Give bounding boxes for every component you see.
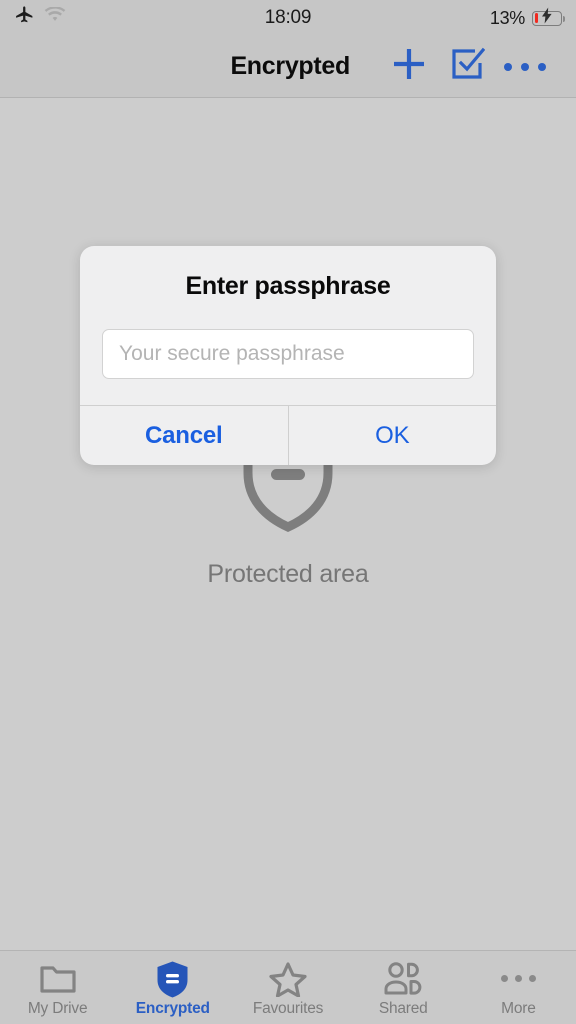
folder-icon — [39, 962, 77, 996]
dialog-body: Enter passphrase — [80, 246, 496, 405]
tab-label-shared: Shared — [378, 999, 428, 1017]
dialog-actions: Cancel OK — [80, 405, 496, 465]
tab-encrypted[interactable]: Encrypted — [115, 951, 230, 1024]
main-content: Protected area — [0, 99, 576, 950]
dialog-title: Enter passphrase — [185, 272, 391, 300]
battery-percentage: 13% — [489, 7, 525, 28]
tab-more[interactable]: More — [461, 951, 576, 1024]
cancel-button[interactable]: Cancel — [80, 406, 288, 465]
tab-favourites[interactable]: Favourites — [230, 951, 345, 1024]
more-horizontal-icon — [504, 62, 546, 71]
status-bar-left — [14, 5, 66, 31]
star-icon — [269, 961, 307, 997]
add-button[interactable] — [380, 38, 438, 96]
status-bar-right: 13% — [489, 7, 565, 29]
airplane-mode-icon — [14, 5, 35, 31]
empty-state-label: Protected area — [207, 560, 369, 588]
status-bar: 18:09 13% — [0, 0, 576, 36]
tab-my-drive[interactable]: My Drive — [0, 951, 115, 1024]
wifi-icon — [44, 6, 66, 29]
page-title: Encrypted — [230, 52, 350, 80]
passphrase-input[interactable] — [102, 329, 474, 379]
passphrase-dialog: Enter passphrase Cancel OK — [80, 246, 496, 465]
battery-fill — [534, 13, 538, 23]
shield-icon — [156, 961, 189, 997]
battery-icon — [532, 7, 565, 29]
tab-label-my-drive: My Drive — [27, 999, 88, 1017]
more-horizontal-icon — [500, 962, 536, 996]
charging-bolt-icon — [542, 7, 553, 29]
tab-shared[interactable]: Shared — [346, 951, 461, 1024]
ok-button[interactable]: OK — [287, 406, 497, 465]
tab-label-encrypted: Encrypted — [135, 999, 210, 1017]
tab-label-more: More — [501, 999, 536, 1017]
tab-bar: My Drive Encrypted Favourites Shared Mor… — [0, 950, 576, 1024]
select-button[interactable] — [438, 38, 496, 96]
more-options-button[interactable] — [496, 38, 554, 96]
plus-icon — [389, 44, 429, 89]
tab-label-favourites: Favourites — [252, 999, 324, 1017]
people-icon — [383, 961, 423, 996]
navigation-bar: Encrypted — [0, 36, 576, 98]
checkbox-select-icon — [449, 46, 486, 87]
